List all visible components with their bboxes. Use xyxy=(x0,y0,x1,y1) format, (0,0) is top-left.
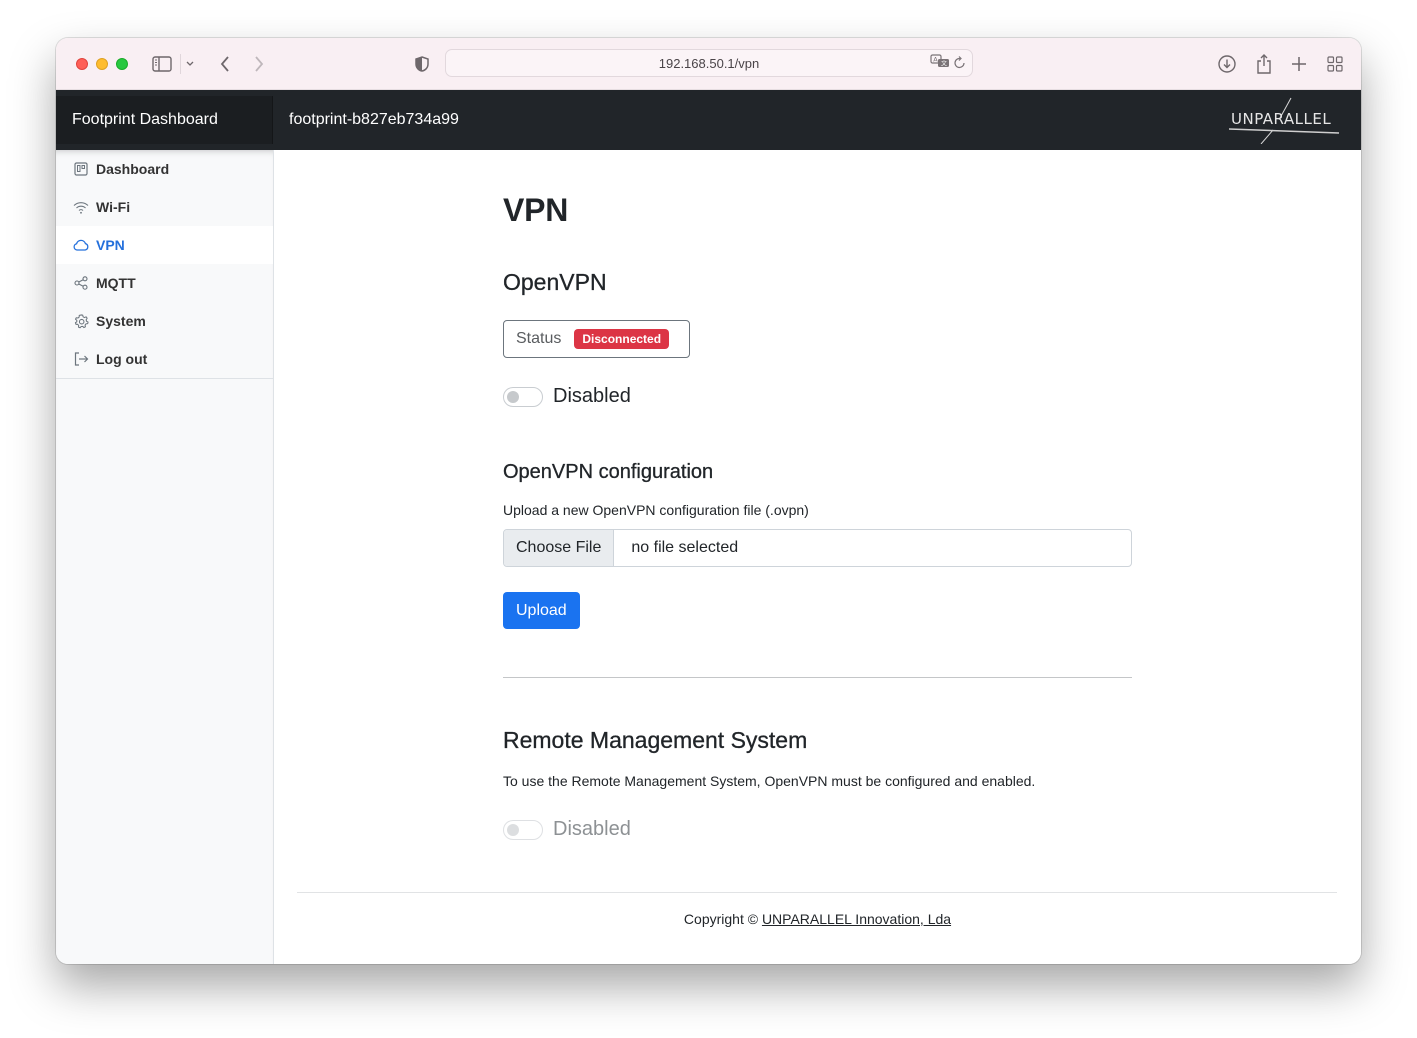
rms-toggle-label: Disabled xyxy=(553,818,631,840)
sidebar-item-wifi[interactable]: Wi-Fi xyxy=(56,188,273,226)
footer-divider xyxy=(297,892,1337,893)
top-navbar: Footprint Dashboard footprint-b827eb734a… xyxy=(56,90,1361,150)
address-bar[interactable]: 192.168.50.1/vpn A文 xyxy=(445,49,973,77)
minimize-window-button[interactable] xyxy=(96,58,108,70)
svg-text:文: 文 xyxy=(941,60,947,68)
rms-toggle[interactable] xyxy=(503,819,543,840)
sidebar-item-logout[interactable]: Log out xyxy=(56,340,273,378)
selected-file-name: no file selected xyxy=(631,539,739,556)
config-heading: OpenVPN configuration xyxy=(503,461,714,483)
footer: Copyright © UNPARALLEL Innovation, Lda xyxy=(274,911,1361,927)
logo-text: UNPARALLEL xyxy=(1231,110,1331,128)
openvpn-toggle[interactable] xyxy=(503,386,543,407)
config-file-input[interactable]: Choose File no file selected xyxy=(503,529,1132,567)
share-icon[interactable] xyxy=(1252,52,1276,76)
sidebar-item-label: Wi-Fi xyxy=(96,199,131,215)
sidebar-item-label: System xyxy=(96,313,146,329)
gear-icon xyxy=(73,313,89,329)
device-hostname: footprint-b827eb734a99 xyxy=(289,111,459,128)
openvpn-status: Status Disconnected xyxy=(503,320,690,358)
sidebar-item-label: MQTT xyxy=(96,275,136,291)
sidebar-item-dashboard[interactable]: Dashboard xyxy=(56,150,273,188)
rms-heading: Remote Management System xyxy=(503,727,808,753)
tab-overview-icon[interactable] xyxy=(1323,52,1347,76)
unparallel-logo: UNPARALLEL xyxy=(1229,97,1340,144)
sidebar-item-vpn[interactable]: VPN xyxy=(56,226,273,264)
zoom-window-button[interactable] xyxy=(116,58,128,70)
chevron-down-icon[interactable] xyxy=(178,52,202,76)
main-content: VPN OpenVPN Status Disconnected Disabled… xyxy=(274,150,1361,964)
copyright-text: Copyright © xyxy=(683,911,762,927)
sidebar-item-mqtt[interactable]: MQTT xyxy=(56,264,273,302)
wifi-icon xyxy=(73,199,89,215)
dashboard-icon xyxy=(73,161,89,177)
browser-toolbar: 192.168.50.1/vpn A文 xyxy=(56,38,1361,90)
sidebar-item-label: Dashboard xyxy=(96,161,170,177)
sidebar-toggle-icon[interactable] xyxy=(150,52,174,76)
browser-window: 192.168.50.1/vpn A文 Footprint Dashboard xyxy=(56,38,1361,964)
back-icon[interactable] xyxy=(213,52,237,76)
sidebar-item-label: Log out xyxy=(96,351,148,367)
sidebar-nav: Dashboard Wi-Fi VPN MQTT System Log out xyxy=(56,150,273,379)
sidebar-item-system[interactable]: System xyxy=(56,302,273,340)
company-link[interactable]: UNPARALLEL Innovation, Lda xyxy=(762,911,951,927)
svg-text:A: A xyxy=(933,56,938,64)
rms-toggle-row: Disabled xyxy=(503,818,631,841)
new-tab-icon[interactable] xyxy=(1287,52,1311,76)
reload-icon[interactable] xyxy=(954,55,966,72)
status-badge: Disconnected xyxy=(574,329,670,349)
openvpn-toggle-label[interactable]: Disabled xyxy=(553,385,631,408)
choose-file-button[interactable]: Choose File xyxy=(504,530,615,566)
rms-help-text: To use the Remote Management System, Ope… xyxy=(503,773,1036,789)
url-text[interactable]: 192.168.50.1/vpn xyxy=(659,56,759,71)
close-window-button[interactable] xyxy=(76,58,88,70)
brand-link[interactable]: Footprint Dashboard xyxy=(56,96,273,144)
page-title: VPN xyxy=(503,192,569,228)
forward-icon[interactable] xyxy=(247,52,271,76)
download-icon[interactable] xyxy=(1215,52,1239,76)
section-divider xyxy=(503,677,1132,678)
status-label: Status xyxy=(516,330,562,347)
upload-button[interactable]: Upload xyxy=(503,592,580,629)
translate-icon[interactable]: A文 xyxy=(930,54,950,73)
logout-icon xyxy=(73,351,89,367)
share-nodes-icon xyxy=(73,275,89,291)
openvpn-heading: OpenVPN xyxy=(503,269,607,295)
privacy-shield-icon[interactable] xyxy=(410,52,434,76)
sidebar: Dashboard Wi-Fi VPN MQTT System Log out xyxy=(56,150,274,964)
openvpn-toggle-row: Disabled xyxy=(503,385,631,408)
file-upload-label: Upload a new OpenVPN configuration file … xyxy=(503,502,809,518)
sidebar-item-label: VPN xyxy=(96,237,125,253)
cloud-icon xyxy=(73,237,89,253)
